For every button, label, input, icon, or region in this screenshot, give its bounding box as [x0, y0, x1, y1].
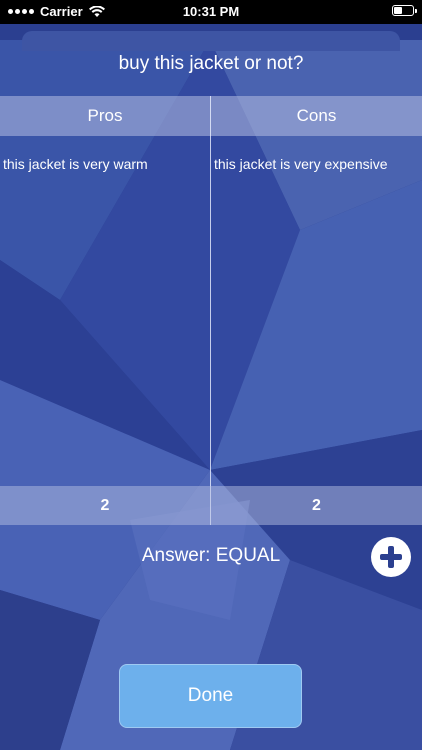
column-divider: [210, 96, 211, 525]
battery-icon: [392, 5, 417, 16]
count-row: 2 2: [0, 486, 422, 525]
sheet-back-edge: [22, 31, 400, 51]
cons-header: Cons: [296, 106, 337, 125]
page-title: buy this jacket or not?: [118, 53, 304, 74]
screen: Carrier 10:31 PM buy this jacket or not?…: [0, 0, 422, 750]
status-bar: Carrier 10:31 PM: [0, 0, 422, 24]
cons-item[interactable]: this jacket is very expensive: [214, 156, 388, 172]
done-button[interactable]: Done: [119, 664, 302, 728]
answer-label: Answer: EQUAL: [141, 545, 281, 566]
add-item-button[interactable]: [371, 537, 411, 577]
pros-header: Pros: [87, 106, 123, 125]
pros-item[interactable]: this jacket is very warm: [3, 156, 148, 172]
pros-count: 2: [100, 497, 110, 514]
status-time: 10:31 PM: [182, 4, 240, 19]
cons-count: 2: [312, 497, 321, 514]
column-header-row: Pros Cons: [0, 96, 422, 136]
